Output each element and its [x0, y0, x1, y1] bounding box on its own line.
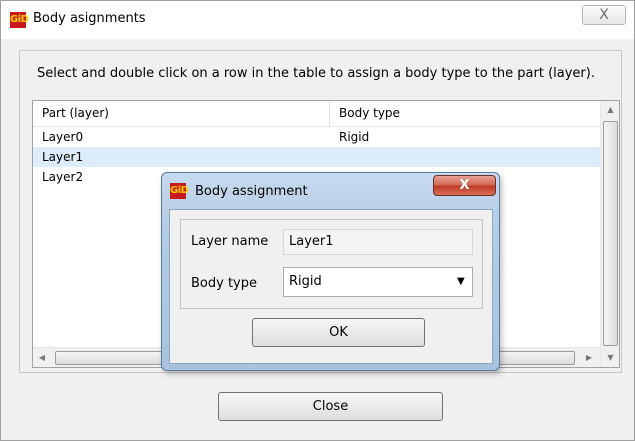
close-icon: X: [459, 178, 470, 193]
title-bar: GiD Body asignments X: [1, 1, 634, 39]
table-row-selected[interactable]: Layer1: [33, 147, 600, 167]
dialog-app-logo: GiD: [170, 183, 189, 199]
ok-button[interactable]: OK: [252, 318, 425, 347]
chevron-down-icon[interactable]: ▼: [457, 268, 465, 296]
column-header-part[interactable]: Part (layer): [33, 101, 330, 126]
cell-part: Layer0: [42, 130, 84, 144]
cell-part: Layer1: [42, 150, 84, 164]
dialog-close-button[interactable]: X: [433, 175, 496, 196]
layer-name-label: Layer name: [191, 234, 269, 249]
body-type-dropdown[interactable]: Rigid ▼: [283, 267, 473, 297]
dialog-fields-group: Layer name Layer1 Body type Rigid ▼: [180, 219, 483, 309]
column-header-body-type[interactable]: Body type: [330, 101, 600, 126]
scroll-down-arrow-icon[interactable]: ▼: [601, 349, 619, 367]
close-icon: X: [599, 7, 609, 23]
scroll-left-arrow-icon[interactable]: ◀: [33, 348, 51, 367]
vertical-scrollbar[interactable]: ▲ ▼: [600, 101, 619, 367]
layer-name-field: Layer1: [283, 229, 473, 255]
body-assignment-dialog: GiD Body assignment X Layer name Layer1 …: [161, 172, 500, 371]
dialog-body: Layer name Layer1 Body type Rigid ▼ OK: [169, 209, 493, 364]
instructions-text: Select and double click on a row in the …: [37, 66, 595, 81]
dialog-title: Body assignment: [195, 184, 308, 199]
scroll-right-arrow-icon[interactable]: ▶: [580, 348, 598, 367]
body-type-value: Rigid: [289, 274, 322, 289]
window-title: Body asignments: [33, 11, 146, 26]
window-close-button[interactable]: X: [582, 5, 626, 25]
cell-part: Layer2: [42, 170, 84, 184]
table-row[interactable]: Layer0 Rigid: [33, 127, 600, 147]
vertical-scroll-thumb[interactable]: [603, 121, 618, 346]
app-logo: GiD: [10, 12, 29, 28]
scroll-up-arrow-icon[interactable]: ▲: [601, 101, 619, 119]
body-type-label: Body type: [191, 276, 257, 291]
close-button[interactable]: Close: [218, 392, 443, 421]
cell-body-type: Rigid: [339, 130, 370, 144]
